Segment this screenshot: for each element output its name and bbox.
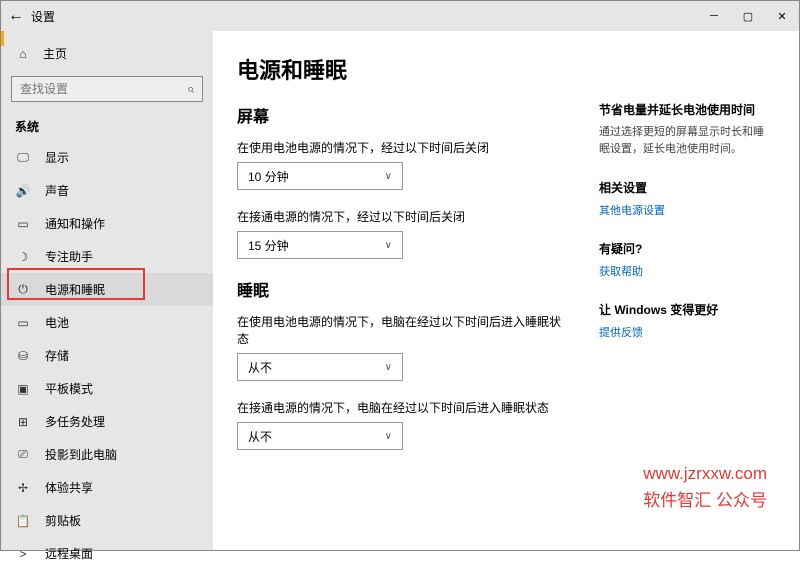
sidebar-item-label: 平板模式 xyxy=(45,380,93,397)
sidebar-item-label: 远程桌面 xyxy=(45,545,93,562)
related-title: 相关设置 xyxy=(599,179,769,196)
sleep-plugged-select[interactable]: 从不 ∨ xyxy=(237,422,403,450)
remote-icon: > xyxy=(15,547,31,561)
select-value: 10 分钟 xyxy=(248,168,289,185)
page-title: 电源和睡眠 xyxy=(237,53,569,85)
select-value: 从不 xyxy=(248,359,272,376)
chevron-down-icon: ∨ xyxy=(385,362,392,373)
watermark-account: 软件智汇 公众号 xyxy=(643,487,767,514)
sidebar-item-power[interactable]: ⏻ 电源和睡眠 xyxy=(1,273,213,306)
select-value: 从不 xyxy=(248,428,272,445)
sidebar-item-sound[interactable]: 🔊 声音 xyxy=(1,174,213,207)
sound-icon: 🔊 xyxy=(15,184,31,198)
sleep-plugged-label: 在接通电源的情况下，电脑在经过以下时间后进入睡眠状态 xyxy=(237,399,569,416)
sidebar-item-clipboard[interactable]: 📋 剪贴板 xyxy=(1,504,213,537)
sidebar-item-label: 电池 xyxy=(45,314,69,331)
sidebar-item-label: 体验共享 xyxy=(45,479,93,496)
sidebar-item-label: 显示 xyxy=(45,149,69,166)
project-icon: ⎚ xyxy=(15,447,31,462)
sidebar-item-battery[interactable]: ▭ 电池 xyxy=(1,306,213,339)
aside-panel: 节省电量并延长电池使用时间 通过选择更短的屏幕显示时长和睡眠设置，延长电池使用时… xyxy=(599,53,769,530)
chevron-down-icon: ∨ xyxy=(385,171,392,182)
sidebar-item-multitask[interactable]: ⊞ 多任务处理 xyxy=(1,405,213,438)
search-input[interactable] xyxy=(20,82,180,96)
screen-plugged-label: 在接通电源的情况下，经过以下时间后关闭 xyxy=(237,208,569,225)
multitask-icon: ⊞ xyxy=(15,415,31,429)
screen-battery-label: 在使用电池电源的情况下，经过以下时间后关闭 xyxy=(237,139,569,156)
chevron-down-icon: ∨ xyxy=(385,240,392,251)
display-icon: 🖵 xyxy=(15,150,31,165)
home-icon: ⌂ xyxy=(15,47,31,61)
back-button[interactable]: ← xyxy=(1,7,31,25)
question-title: 有疑问? xyxy=(599,240,769,257)
focus-icon: ☽ xyxy=(15,250,31,264)
sidebar-item-tablet[interactable]: ▣ 平板模式 xyxy=(1,372,213,405)
save-power-title: 节省电量并延长电池使用时间 xyxy=(599,101,769,118)
home-label: 主页 xyxy=(43,45,67,62)
help-link[interactable]: 获取帮助 xyxy=(599,263,769,279)
share-icon: ✢ xyxy=(15,481,31,495)
search-icon: ⌕ xyxy=(187,81,194,97)
sidebar-item-focus[interactable]: ☽ 专注助手 xyxy=(1,240,213,273)
screen-plugged-select[interactable]: 15 分钟 ∨ xyxy=(237,231,403,259)
watermark-url: www.jzrxxw.com xyxy=(643,460,767,487)
category-label: 系统 xyxy=(1,110,213,141)
home-link[interactable]: ⌂ 主页 xyxy=(1,39,213,68)
maximize-button[interactable]: ▢ xyxy=(731,1,765,31)
sidebar-item-label: 投影到此电脑 xyxy=(45,446,117,463)
sidebar-item-notifications[interactable]: ▭ 通知和操作 xyxy=(1,207,213,240)
titlebar: ← 设置 ─ ▢ ✕ xyxy=(1,1,799,31)
power-icon: ⏻ xyxy=(15,282,31,297)
screen-heading: 屏幕 xyxy=(237,103,569,127)
chevron-down-icon: ∨ xyxy=(385,431,392,442)
sidebar-item-display[interactable]: 🖵 显示 xyxy=(1,141,213,174)
screen-battery-select[interactable]: 10 分钟 ∨ xyxy=(237,162,403,190)
main-content: 电源和睡眠 屏幕 在使用电池电源的情况下，经过以下时间后关闭 10 分钟 ∨ 在… xyxy=(237,53,569,530)
window-title: 设置 xyxy=(31,8,55,25)
notifications-icon: ▭ xyxy=(15,217,31,231)
sidebar-item-label: 声音 xyxy=(45,182,69,199)
sidebar-item-label: 通知和操作 xyxy=(45,215,105,232)
clipboard-icon: 📋 xyxy=(15,514,31,528)
sidebar: ⌂ 主页 ⌕ 系统 🖵 显示 🔊 声音 ▭ 通知和操作 ☽ 专注助手 ⏻ 电源和… xyxy=(1,31,213,550)
sidebar-item-project[interactable]: ⎚ 投影到此电脑 xyxy=(1,438,213,471)
sidebar-item-label: 专注助手 xyxy=(45,248,93,265)
sleep-battery-label: 在使用电池电源的情况下，电脑在经过以下时间后进入睡眠状态 xyxy=(237,313,569,347)
better-title: 让 Windows 变得更好 xyxy=(599,301,769,318)
sidebar-item-storage[interactable]: ⛁ 存储 xyxy=(1,339,213,372)
sidebar-item-label: 存储 xyxy=(45,347,69,364)
sidebar-item-remote[interactable]: > 远程桌面 xyxy=(1,537,213,570)
minimize-button[interactable]: ─ xyxy=(697,1,731,31)
tablet-icon: ▣ xyxy=(15,382,31,396)
select-value: 15 分钟 xyxy=(248,237,289,254)
window-controls: ─ ▢ ✕ xyxy=(697,1,799,31)
related-link[interactable]: 其他电源设置 xyxy=(599,202,769,218)
storage-icon: ⛁ xyxy=(15,349,31,363)
sidebar-item-share[interactable]: ✢ 体验共享 xyxy=(1,471,213,504)
feedback-link[interactable]: 提供反馈 xyxy=(599,324,769,340)
sidebar-item-label: 剪贴板 xyxy=(45,512,81,529)
sleep-battery-select[interactable]: 从不 ∨ xyxy=(237,353,403,381)
save-power-text: 通过选择更短的屏幕显示时长和睡眠设置，延长电池使用时间。 xyxy=(599,124,769,157)
sidebar-item-label: 电源和睡眠 xyxy=(45,281,105,298)
sidebar-item-label: 多任务处理 xyxy=(45,413,105,430)
search-box[interactable]: ⌕ xyxy=(11,76,203,102)
sleep-heading: 睡眠 xyxy=(237,277,569,301)
watermark: www.jzrxxw.com 软件智汇 公众号 xyxy=(643,460,767,514)
battery-icon: ▭ xyxy=(15,316,31,330)
close-button[interactable]: ✕ xyxy=(765,1,799,31)
